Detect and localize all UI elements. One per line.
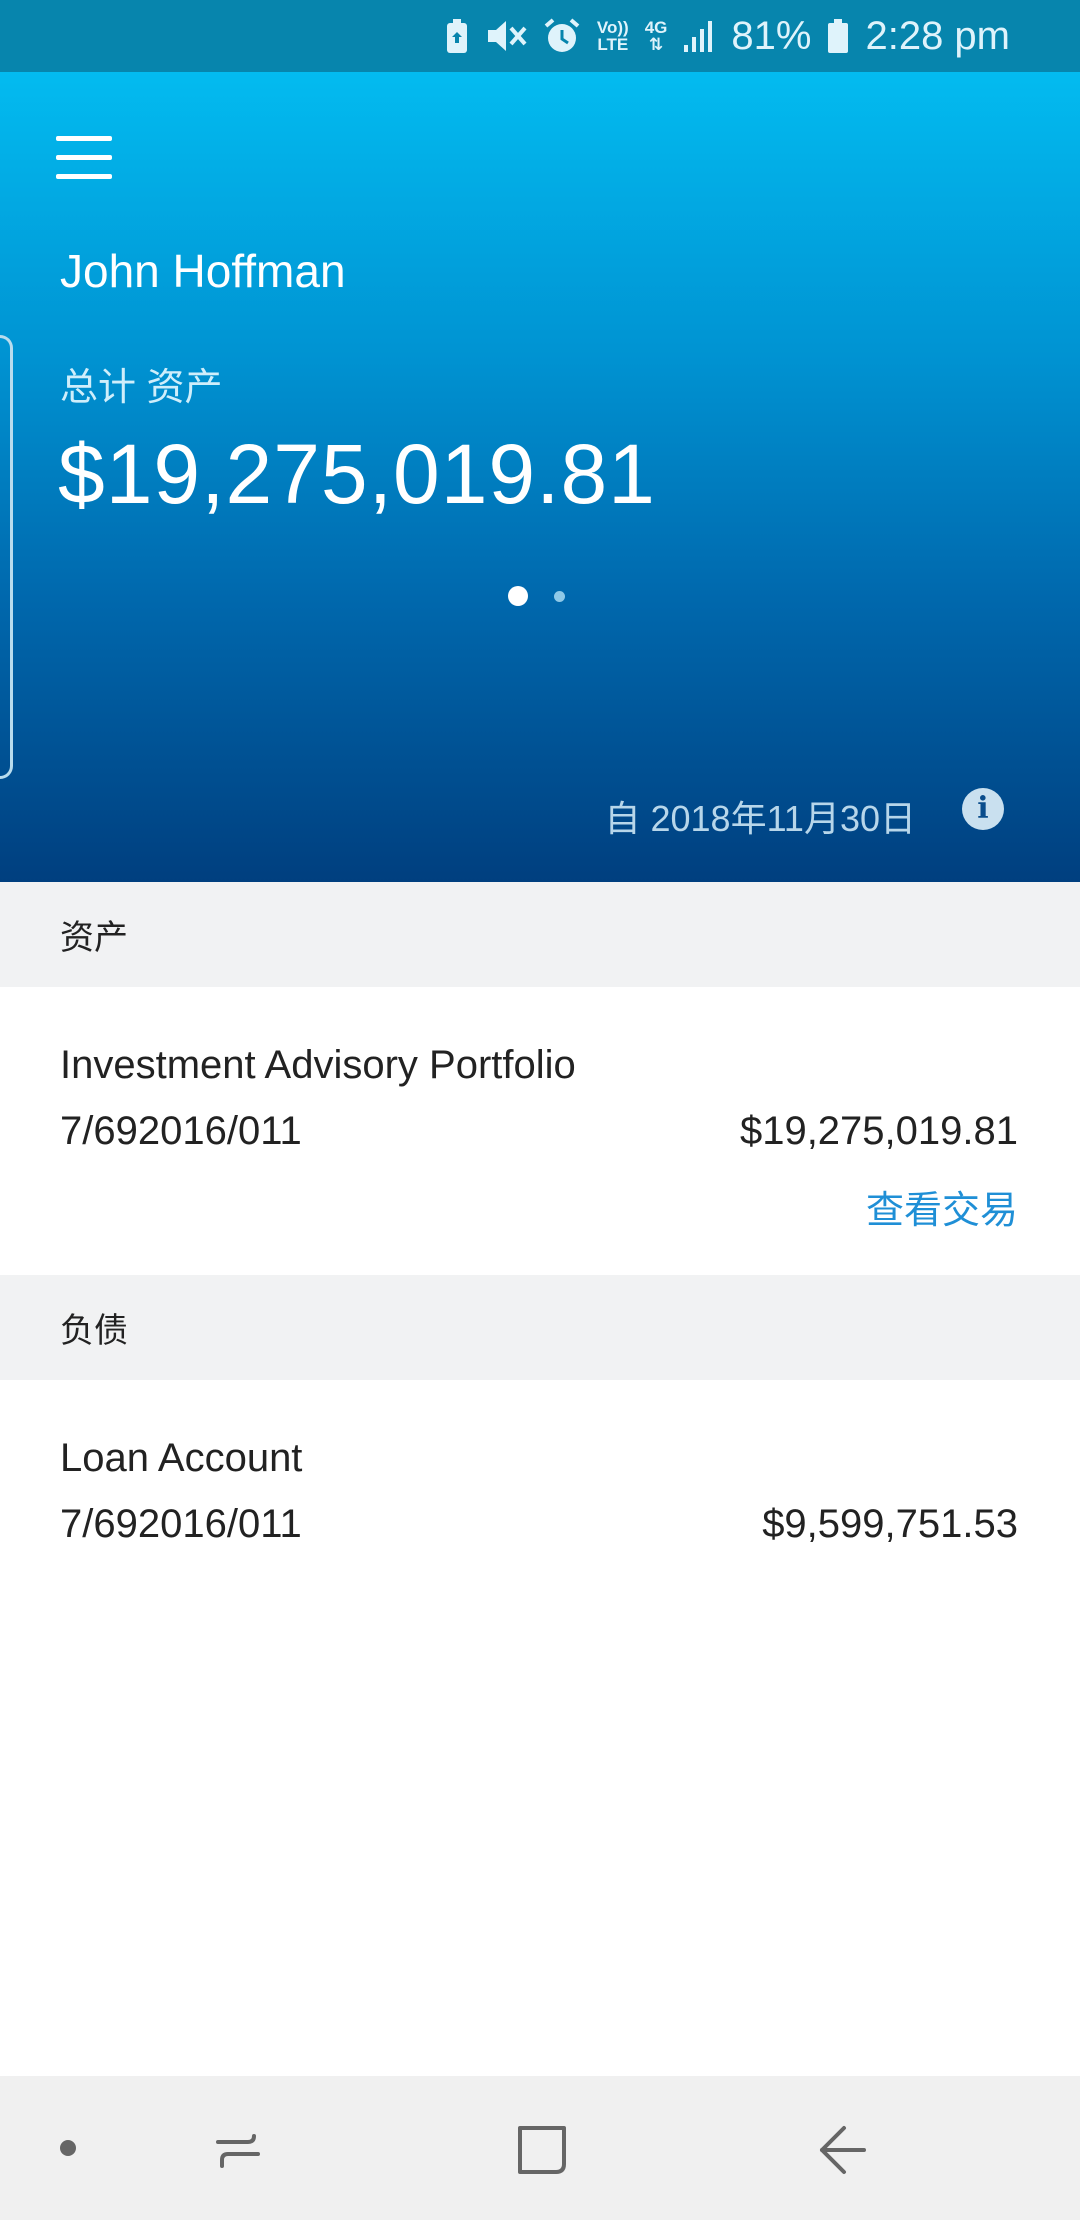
- network-type-icon: 4G ⇅: [644, 18, 668, 54]
- account-amount: $19,275,019.81: [739, 1109, 1018, 1153]
- total-assets-value: $19,275,019.81: [58, 427, 656, 521]
- volte-bottom-label: LTE: [597, 35, 629, 54]
- assets-section-title: 资产: [60, 919, 128, 957]
- liabilities-section-title: 负债: [60, 1312, 128, 1350]
- battery-percent: 81%: [731, 13, 812, 58]
- info-icon[interactable]: i: [962, 788, 1004, 830]
- app-screen: Vo)) LTE 4G ⇅ 81% 2:28 pm John Hoffman 总…: [0, 0, 1080, 2220]
- battery-icon: [827, 18, 849, 54]
- account-number: 7/692016/011: [60, 1109, 302, 1153]
- back-icon[interactable]: [812, 2120, 872, 2180]
- assets-section-header: 资产: [0, 882, 1080, 987]
- account-number: 7/692016/011: [60, 1502, 302, 1546]
- user-name: John Hoffman: [60, 245, 346, 297]
- status-bar: Vo)) LTE 4G ⇅ 81% 2:28 pm: [0, 0, 1080, 72]
- battery-saver-icon: [445, 18, 469, 54]
- loan-account-item[interactable]: Loan Account 7/692016/011 $9,599,751.53: [0, 1380, 1080, 1600]
- drawer-handle[interactable]: [0, 335, 13, 779]
- signal-icon: [683, 19, 715, 53]
- investment-account-item[interactable]: Investment Advisory Portfolio 7/692016/0…: [0, 987, 1080, 1275]
- page-dot[interactable]: [554, 590, 565, 602]
- clock-time: 2:28 pm: [865, 13, 1010, 58]
- liabilities-section-header: 负债: [0, 1275, 1080, 1380]
- volte-icon: Vo)) LTE: [597, 19, 629, 53]
- total-assets-label: 总计 资产: [60, 367, 223, 409]
- menu-icon[interactable]: [56, 136, 112, 180]
- home-icon[interactable]: [512, 2120, 572, 2180]
- system-nav-bar: [0, 2076, 1080, 2220]
- alarm-icon: [543, 17, 581, 55]
- view-transactions-link[interactable]: 查看交易: [866, 1179, 1018, 1234]
- summary-header: John Hoffman 总计 资产 $19,275,019.81 自 2018…: [0, 72, 1080, 882]
- as-of-date: 自 2018年11月30日: [604, 798, 916, 839]
- network-type-label: 4G: [644, 18, 668, 37]
- page-dot-active[interactable]: [508, 586, 528, 606]
- account-name: Loan Account: [60, 1436, 303, 1480]
- page-indicator[interactable]: [508, 586, 565, 606]
- account-name: Investment Advisory Portfolio: [60, 1043, 576, 1087]
- account-amount: $9,599,751.53: [762, 1502, 1018, 1546]
- volte-top-label: Vo)): [596, 18, 629, 37]
- nav-dot-icon[interactable]: [60, 2140, 76, 2156]
- recent-apps-icon[interactable]: [208, 2120, 268, 2180]
- mute-icon: [485, 18, 527, 54]
